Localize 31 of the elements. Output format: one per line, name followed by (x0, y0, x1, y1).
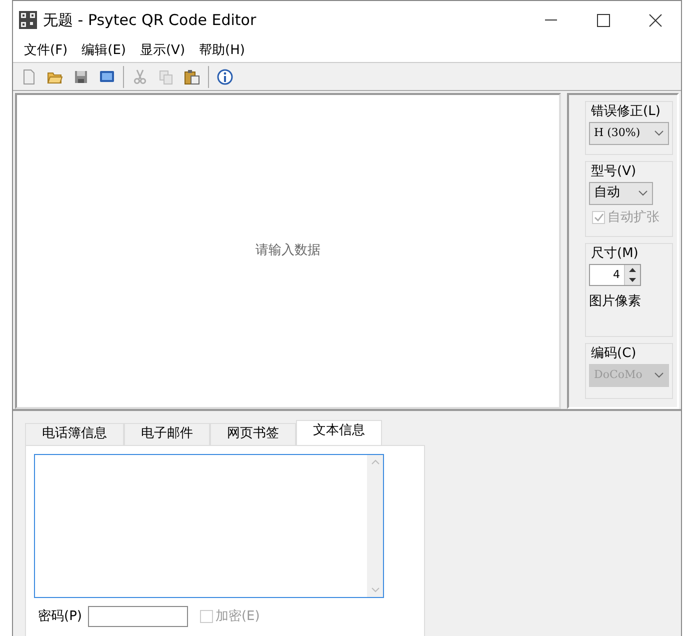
tab[interactable]: 电话簿信息 (25, 423, 124, 445)
password-field[interactable] (88, 606, 188, 627)
menu-item[interactable]: 帮助(H) (192, 40, 252, 60)
file-icon[interactable] (21, 68, 37, 84)
tab[interactable]: 电子邮件 (124, 423, 210, 445)
checkmark-icon (594, 213, 604, 222)
empty-message: 请输入数据 (256, 242, 320, 260)
tab[interactable]: 网页书签 (210, 423, 296, 445)
chevron-down-icon[interactable] (370, 587, 380, 593)
dropdown[interactable]: H (30%) (589, 122, 669, 144)
number-spinner[interactable]: 4 (589, 264, 641, 286)
unit-label: 图片像素 (589, 293, 642, 311)
maximize-icon[interactable] (596, 14, 610, 26)
monitor-icon[interactable] (99, 68, 115, 84)
window-title: 无题 - Psytec QR Code Editor (43, 10, 258, 31)
caret-icon (654, 130, 664, 136)
menu-item[interactable]: 显示(V) (132, 40, 192, 60)
caret-icon (638, 190, 648, 196)
clipboard-icon[interactable] (184, 68, 200, 84)
caret-icon (654, 372, 664, 378)
menu-item[interactable]: 文件(F) (17, 40, 75, 60)
tab[interactable]: 文本信息 (296, 420, 382, 445)
qr-code-icon (19, 10, 37, 29)
minimize-icon[interactable] (545, 19, 557, 21)
menu-item[interactable]: 编辑(E) (74, 40, 133, 60)
password-label: 密码(P) (38, 608, 82, 626)
chevron-up-icon[interactable] (370, 459, 380, 465)
info-icon[interactable] (217, 68, 233, 84)
scrollbar[interactable] (367, 455, 383, 597)
dropdown[interactable]: 自动 (589, 182, 653, 204)
close-icon[interactable] (648, 14, 662, 26)
